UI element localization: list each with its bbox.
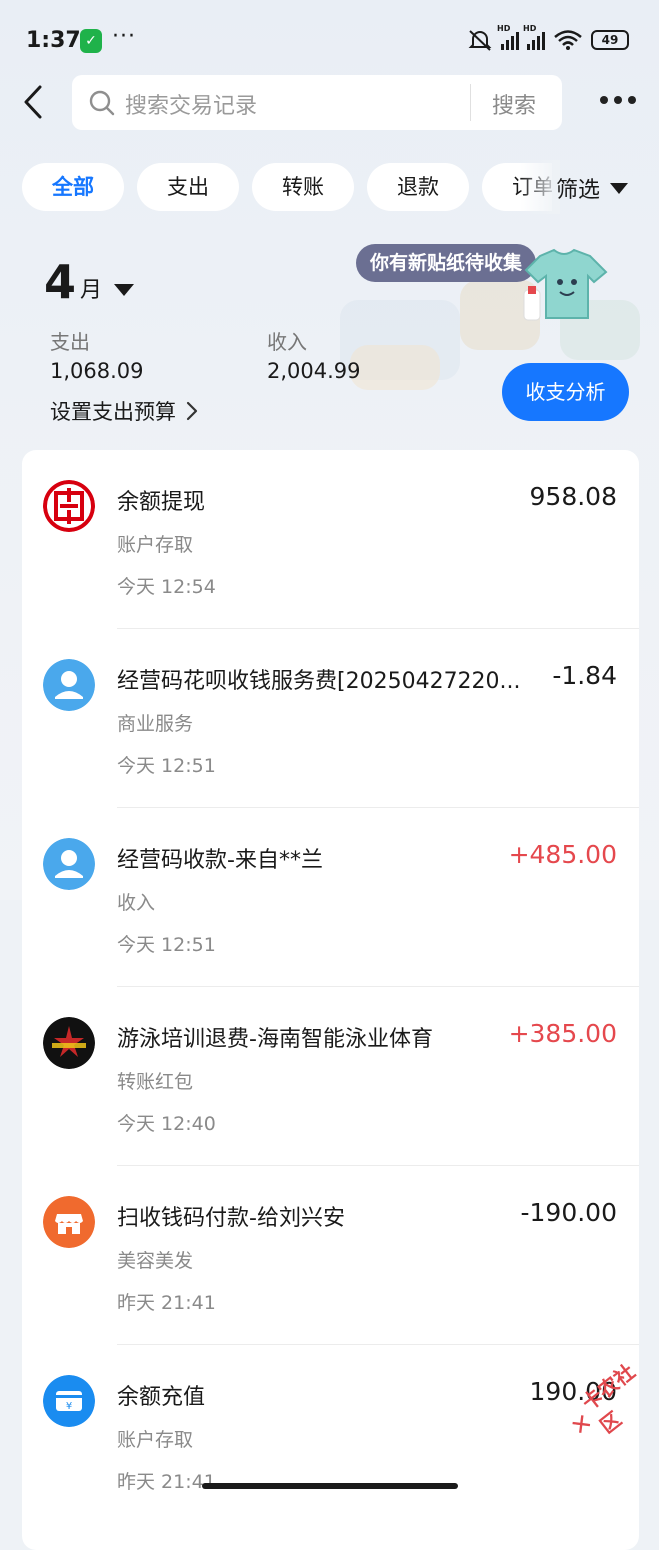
transaction-row[interactable]: 游泳培训退费-海南智能泳业体育 转账红包 今天 12:40 +385.00: [22, 987, 639, 1166]
filter-tabs: 全部支出转账退款订单: [22, 163, 552, 211]
decor-blob: [350, 345, 440, 390]
filter-button[interactable]: 筛选: [556, 172, 629, 204]
search-input[interactable]: 搜索交易记录: [125, 88, 257, 120]
caret-down-icon: [114, 284, 135, 296]
month-selector[interactable]: 4 月: [44, 255, 135, 309]
status-more: ···: [112, 24, 136, 49]
search-divider: [470, 84, 471, 121]
more-options-button[interactable]: [600, 96, 636, 104]
chevron-right-icon: [186, 401, 198, 421]
transaction-time: 昨天 21:41: [117, 1292, 216, 1314]
transaction-row[interactable]: 经营码收款-来自**兰 收入 今天 12:51 +485.00: [22, 808, 639, 987]
shield-icon: ✓: [80, 29, 102, 53]
transaction-title: 扫收钱码付款-给刘兴安: [117, 1206, 345, 1231]
tab-expense[interactable]: 支出: [137, 163, 239, 211]
transaction-category: 账户存取: [117, 534, 194, 556]
battery-icon: 49: [591, 30, 629, 50]
transaction-time: 今天 12:54: [117, 576, 216, 598]
month-unit: 月: [80, 278, 103, 303]
transaction-category: 美容美发: [117, 1250, 194, 1272]
filter-label: 筛选: [556, 178, 601, 203]
expense-value: 1,068.09: [50, 359, 144, 383]
transaction-title: 余额提现: [117, 490, 206, 515]
recharge-card-icon: ¥: [43, 1375, 95, 1427]
transaction-category: 商业服务: [117, 713, 194, 735]
transaction-time: 今天 12:51: [117, 934, 216, 956]
back-button[interactable]: [20, 84, 50, 120]
tab-all[interactable]: 全部: [22, 163, 124, 211]
expense-label: 支出: [50, 330, 90, 354]
transaction-amount: 958.08: [529, 482, 617, 511]
income-label: 收入: [267, 330, 307, 354]
transaction-time: 昨天 21:41: [117, 1471, 216, 1493]
transaction-title: 经营码收款-来自**兰: [117, 848, 323, 873]
status-bar: 1:37 ✓ ··· HD HD 49: [0, 0, 659, 80]
transaction-title: 游泳培训退费-海南智能泳业体育: [117, 1027, 433, 1052]
search-button[interactable]: 搜索: [492, 88, 536, 120]
swim-logo-icon: [43, 1017, 95, 1069]
tab-transfer[interactable]: 转账: [252, 163, 354, 211]
caret-down-icon: [610, 182, 629, 194]
tshirt-sticker-icon[interactable]: [518, 246, 610, 328]
search-bar[interactable]: 搜索交易记录 搜索: [72, 75, 562, 130]
transaction-amount: -190.00: [520, 1198, 618, 1227]
transaction-time: 今天 12:40: [117, 1113, 216, 1135]
transaction-row[interactable]: ¥ 余额充值 账户存取 昨天 21:41 190.00: [22, 1345, 639, 1524]
dot-icon: [628, 96, 636, 104]
chevron-left-icon: [24, 85, 42, 119]
icbc-logo-icon: [43, 480, 95, 532]
svg-text:¥: ¥: [66, 1401, 72, 1412]
mute-bell-icon: [468, 30, 492, 51]
system-icons: HD HD 49: [467, 24, 629, 52]
transaction-row[interactable]: 经营码花呗收钱服务费[20250427220... 商业服务 今天 12:51 …: [22, 629, 639, 808]
transaction-amount: +485.00: [508, 840, 617, 869]
transaction-category: 收入: [117, 892, 156, 914]
transaction-row[interactable]: 余额提现 账户存取 今天 12:54 958.08: [22, 450, 639, 629]
status-time: 1:37: [26, 28, 81, 53]
tab-refund[interactable]: 退款: [367, 163, 469, 211]
transaction-category: 转账红包: [117, 1071, 194, 1093]
analysis-button[interactable]: 收支分析: [502, 363, 629, 421]
sticker-banner[interactable]: 你有新贴纸待收集: [356, 244, 537, 282]
shop-icon: [43, 1196, 95, 1248]
home-indicator[interactable]: [202, 1483, 458, 1489]
wifi-icon: [554, 30, 582, 50]
set-budget-link[interactable]: 设置支出预算: [50, 396, 198, 426]
user-avatar-icon: [43, 659, 95, 711]
signal-icon: HD: [497, 24, 519, 50]
transaction-time: 今天 12:51: [117, 755, 216, 777]
transaction-row[interactable]: 扫收钱码付款-给刘兴安 美容美发 昨天 21:41 -190.00: [22, 1166, 639, 1345]
transaction-category: 账户存取: [117, 1429, 194, 1451]
transaction-amount: +385.00: [508, 1019, 617, 1048]
transaction-title: 经营码花呗收钱服务费[20250427220...: [117, 669, 521, 694]
signal-icon: HD: [523, 24, 545, 50]
transaction-list: 余额提现 账户存取 今天 12:54 958.08 经营码花呗收钱服务费[202…: [22, 450, 639, 1550]
dot-icon: [614, 96, 622, 104]
month-number: 4: [44, 255, 77, 309]
user-avatar-icon: [43, 838, 95, 890]
income-value: 2,004.99: [267, 359, 361, 383]
search-icon: [89, 90, 115, 116]
transaction-amount: -1.84: [552, 661, 617, 690]
tab-fade: [520, 160, 560, 214]
dot-icon: [600, 96, 608, 104]
budget-label: 设置支出预算: [50, 400, 176, 424]
transaction-title: 余额充值: [117, 1385, 206, 1410]
